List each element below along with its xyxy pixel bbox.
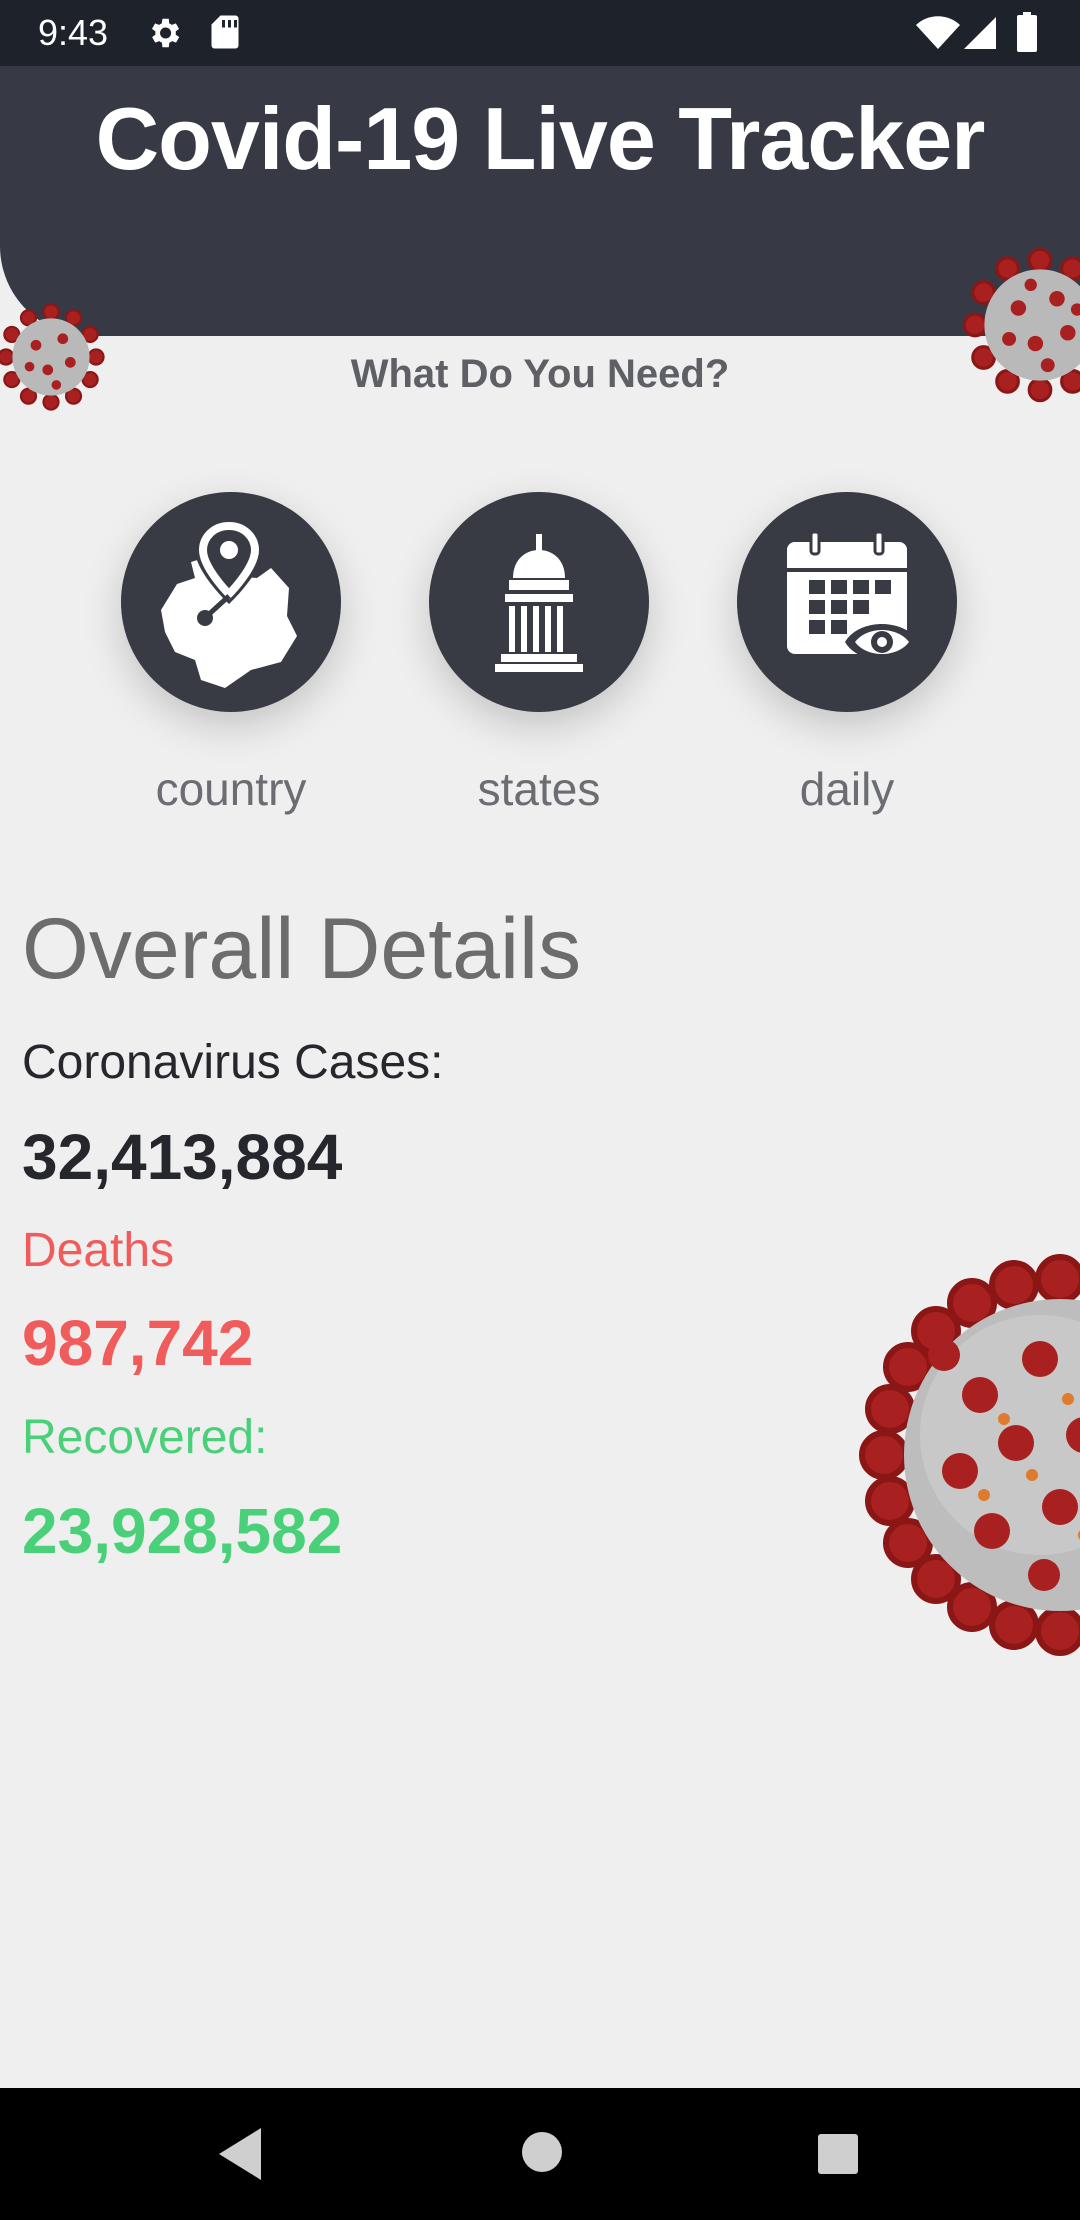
- country-button[interactable]: [121, 492, 341, 712]
- virus-icon: [859, 1254, 1080, 1656]
- gear-icon: [151, 18, 180, 48]
- calendar-eye-icon: [787, 530, 919, 660]
- cases-label: Coronavirus Cases:: [22, 1036, 444, 1089]
- wifi-icon: [916, 16, 960, 49]
- deaths-label: Deaths: [22, 1224, 175, 1277]
- back-icon[interactable]: [215, 2126, 265, 2182]
- home-icon[interactable]: [520, 2130, 564, 2174]
- overall-details-title: Overall Details: [22, 901, 582, 997]
- subtitle: What Do You Need?: [350, 352, 730, 396]
- recovered-value: 23,928,582: [22, 1495, 343, 1567]
- app-screen: 9:43 Covid-19 Live Tracker What Do You N…: [0, 0, 1080, 2220]
- country-map-pin-icon: [161, 518, 297, 688]
- daily-label: daily: [799, 763, 895, 815]
- states-label: states: [477, 763, 601, 815]
- app-title: Covid-19 Live Tracker: [95, 89, 986, 188]
- signal-icon: [964, 17, 996, 49]
- country-label: country: [155, 763, 307, 815]
- states-button[interactable]: [429, 492, 649, 712]
- navigation-bar: [0, 2088, 1080, 2220]
- recents-icon[interactable]: [816, 2132, 860, 2176]
- deaths-value: 987,742: [22, 1307, 254, 1379]
- status-time: 9:43: [38, 12, 109, 53]
- daily-button[interactable]: [737, 492, 957, 712]
- status-bar: 9:43: [0, 0, 1080, 66]
- cases-value: 32,413,884: [22, 1121, 343, 1193]
- battery-icon: [1017, 12, 1037, 52]
- recovered-label: Recovered:: [22, 1411, 268, 1464]
- capitol-building-icon: [495, 534, 583, 672]
- sd-card-icon: [211, 15, 239, 49]
